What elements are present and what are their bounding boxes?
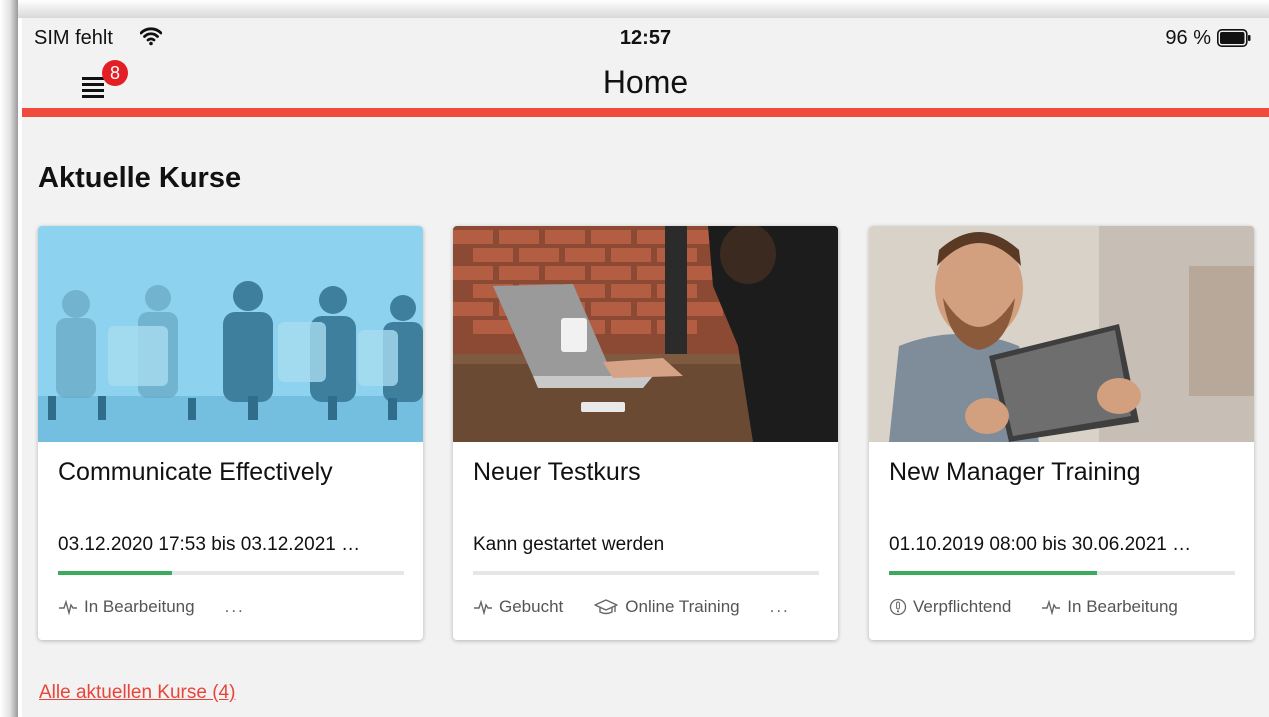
course-status-text: Kann gestartet werden	[473, 534, 665, 555]
carrier-label: SIM fehlt	[34, 27, 113, 49]
device-frame-edge	[0, 0, 18, 717]
course-card[interactable]: Neuer Testkurs Kann gestartet werden Geb…	[453, 226, 838, 640]
course-image-meeting	[38, 226, 423, 442]
activity-icon	[59, 599, 77, 615]
activity-icon	[474, 599, 492, 615]
activity-icon	[1042, 599, 1061, 615]
tag-label: In Bearbeitung	[84, 597, 195, 616]
course-image-tablet	[869, 226, 1254, 442]
page-title: Home	[602, 64, 689, 100]
more-tags-ellipsis[interactable]: ...	[225, 597, 245, 617]
graduation-cap-icon	[594, 599, 618, 615]
tag-label: Gebucht	[499, 597, 564, 616]
progress-fill	[58, 571, 173, 575]
progress-bar	[58, 571, 404, 575]
course-tags: Gebucht Online Training ...	[473, 594, 790, 620]
menu-button[interactable]: 8	[80, 60, 128, 104]
wifi-icon	[140, 27, 162, 46]
course-card[interactable]: Communicate Effectively 03.12.2020 17:53…	[38, 226, 423, 640]
battery-icon	[1217, 29, 1251, 47]
course-title: Communicate Effectively	[58, 458, 333, 486]
course-date: 01.10.2019 08:00 bis 30.06.2021 …	[889, 534, 1192, 555]
status-bar: SIM fehlt 12:57 96 %	[22, 18, 1269, 54]
mandatory-tag: Verpflichtend	[889, 597, 1011, 617]
notification-badge: 8	[102, 60, 128, 86]
status-tag: In Bearbeitung	[58, 597, 195, 617]
tag-label: Verpflichtend	[913, 597, 1012, 616]
progress-fill	[889, 571, 1097, 575]
course-image-laptop	[453, 226, 838, 442]
progress-bar	[473, 571, 819, 575]
type-tag: Online Training	[593, 597, 740, 617]
device-frame-top	[18, 0, 1269, 18]
navigation-bar: 8 Home	[22, 54, 1269, 108]
progress-bar	[889, 571, 1235, 575]
status-tag: Gebucht	[473, 597, 563, 617]
course-date: 03.12.2020 17:53 bis 03.12.2021 …	[58, 534, 361, 555]
menu-icon	[82, 77, 104, 80]
alert-circle-icon	[889, 598, 907, 616]
status-tag: In Bearbeitung	[1041, 597, 1178, 617]
app-screen: SIM fehlt 12:57 96 % 8 Home Aktuelle Kur…	[22, 18, 1269, 717]
course-title: Neuer Testkurs	[473, 458, 641, 486]
section-title: Aktuelle Kurse	[38, 162, 242, 194]
tag-label: In Bearbeitung	[1067, 597, 1178, 616]
course-title: New Manager Training	[889, 458, 1141, 486]
status-time: 12:57	[619, 27, 672, 49]
all-courses-link[interactable]: Alle aktuellen Kurse (4)	[39, 682, 235, 704]
menu-icon-bar	[82, 83, 104, 86]
course-card[interactable]: New Manager Training 01.10.2019 08:00 bi…	[869, 226, 1254, 640]
course-tags: In Bearbeitung ...	[58, 594, 245, 620]
battery-percent: 96 %	[1165, 27, 1211, 49]
menu-icon-bar	[82, 89, 104, 92]
course-tags: Verpflichtend In Bearbeitung	[889, 594, 1208, 620]
accent-divider	[22, 108, 1269, 117]
more-tags-ellipsis[interactable]: ...	[770, 597, 790, 617]
tag-label: Online Training	[625, 597, 740, 616]
menu-icon-bar	[82, 95, 104, 98]
